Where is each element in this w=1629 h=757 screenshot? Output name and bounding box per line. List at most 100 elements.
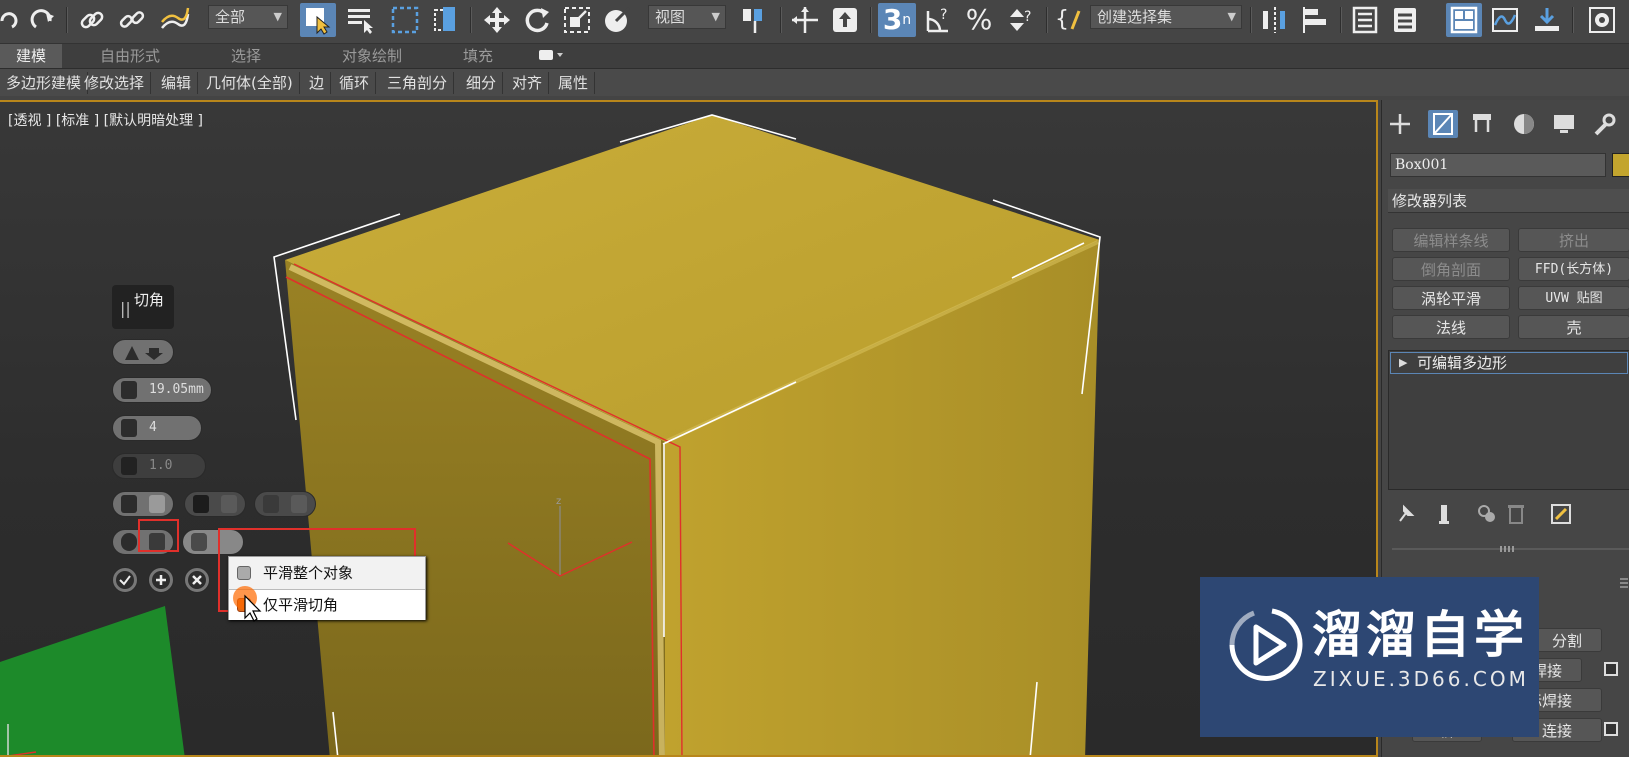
unlink-icon[interactable] bbox=[116, 3, 148, 37]
main-toolbar: 全部 ▼ 视图 ▼ 3 n ? % ? {创建选择集 ▼ bbox=[0, 0, 1629, 44]
subtab-loops[interactable]: 循环 bbox=[333, 72, 377, 94]
keyboard-shortcut-override-icon[interactable] bbox=[828, 3, 862, 37]
remove-modifier-icon[interactable] bbox=[1506, 503, 1526, 525]
link-icon[interactable] bbox=[76, 3, 108, 37]
schematic-view-icon[interactable] bbox=[1530, 3, 1564, 37]
pin-stack-icon[interactable] bbox=[1396, 503, 1416, 525]
modifier-button-extrude[interactable]: 挤出 bbox=[1518, 228, 1629, 252]
amount-icon bbox=[121, 381, 137, 399]
display-tab-icon[interactable] bbox=[1552, 112, 1576, 136]
caddy-title: 切角 bbox=[134, 291, 165, 309]
edit-named-selection-icon[interactable]: { bbox=[1052, 3, 1086, 37]
caddy-apply-button[interactable] bbox=[148, 567, 174, 593]
chamfer-type-pill[interactable] bbox=[112, 339, 174, 365]
modifier-list-dropdown[interactable]: 修改器列表 bbox=[1388, 189, 1629, 213]
modifier-button-normal[interactable]: 法线 bbox=[1392, 315, 1510, 339]
pivot-center-icon[interactable] bbox=[738, 3, 772, 37]
expand-triangle-icon: ▶ bbox=[1399, 356, 1408, 369]
scene-explorer-icon[interactable] bbox=[1348, 3, 1382, 37]
tab-freeform[interactable]: 自由形式 bbox=[88, 44, 172, 68]
align-icon[interactable] bbox=[1298, 3, 1332, 37]
subtab-edges[interactable]: 边 bbox=[303, 72, 332, 94]
chamfer-segments-value: 4 bbox=[149, 420, 157, 435]
rectangular-selection-icon[interactable] bbox=[388, 3, 422, 37]
caddy-title-box[interactable]: || 切角 bbox=[112, 285, 174, 329]
caddy-ok-button[interactable] bbox=[112, 567, 138, 593]
perspective-viewport[interactable]: [透视 ] [标准 ] [默认明暗处理 ] z || 切角 19.05mm 4 … bbox=[0, 100, 1378, 757]
angle-snap-icon[interactable]: ? bbox=[922, 3, 956, 37]
open-chamfer-brush-icon bbox=[291, 495, 307, 513]
chamfer-tension-field[interactable]: 1.0 bbox=[112, 453, 206, 479]
redo-icon[interactable] bbox=[26, 3, 60, 37]
modifier-button-bevel-profile[interactable]: 倒角剖面 bbox=[1392, 257, 1510, 281]
subtab-properties[interactable]: 属性 bbox=[552, 72, 596, 94]
material-editor-icon[interactable] bbox=[1584, 3, 1620, 37]
popup-item-smooth-entire-object[interactable]: 平滑整个对象 bbox=[229, 558, 425, 589]
tab-modeling[interactable]: 建模 bbox=[0, 44, 62, 68]
weld-settings-icon[interactable] bbox=[1604, 662, 1618, 676]
make-unique-icon[interactable] bbox=[1476, 503, 1498, 525]
tab-selection[interactable]: 选择 bbox=[218, 44, 274, 68]
configure-modifier-sets-icon[interactable] bbox=[1550, 503, 1572, 525]
modifier-button-ffd-box[interactable]: FFD(长方体) bbox=[1518, 257, 1629, 281]
subtab-tris[interactable]: 三角剖分 bbox=[381, 72, 455, 94]
spinner-snap-icon[interactable]: ? bbox=[1004, 3, 1038, 37]
subtab-align[interactable]: 对齐 bbox=[506, 72, 550, 94]
hierarchy-tab-icon[interactable] bbox=[1470, 112, 1494, 136]
subtab-poly-modeling[interactable]: 多边形建模 bbox=[0, 72, 89, 94]
snap-number: 3 bbox=[882, 3, 903, 36]
subtab-modify-selection[interactable]: 修改选择 bbox=[78, 72, 152, 94]
modifier-button-edit-spline[interactable]: 编辑样条线 bbox=[1392, 228, 1510, 252]
object-name-field[interactable]: Box001 bbox=[1390, 153, 1606, 177]
chamfer-amount-field[interactable]: 19.05mm bbox=[112, 377, 212, 403]
percent-snap-icon[interactable]: % bbox=[962, 3, 996, 37]
utilities-tab-icon[interactable] bbox=[1592, 112, 1616, 136]
chamfer-segments-field[interactable]: 4 bbox=[112, 415, 202, 441]
cancel-x-icon bbox=[188, 571, 206, 589]
open-chamfer-toggle[interactable] bbox=[254, 491, 316, 517]
ribbon-options-dropdown[interactable] bbox=[530, 44, 570, 68]
layer-explorer-icon[interactable] bbox=[1388, 3, 1422, 37]
curve-editor-icon[interactable] bbox=[1488, 3, 1522, 37]
popup-item-label: 平滑整个对象 bbox=[263, 564, 354, 582]
object-color-swatch[interactable] bbox=[1612, 153, 1629, 177]
snaps-toggle-icon[interactable]: 3n bbox=[878, 3, 916, 37]
radial-bias-toggle[interactable] bbox=[184, 491, 246, 517]
toggle-ribbon-icon[interactable] bbox=[1446, 3, 1482, 37]
subtab-edit[interactable]: 编辑 bbox=[155, 72, 199, 94]
move-icon[interactable] bbox=[480, 3, 514, 37]
mirror-icon[interactable] bbox=[1258, 3, 1292, 37]
reference-coord-dropdown[interactable]: 视图 ▼ bbox=[648, 5, 726, 29]
tab-populate[interactable]: 填充 bbox=[450, 44, 506, 68]
subtab-subdivision[interactable]: 细分 bbox=[460, 72, 504, 94]
modifier-button-shell[interactable]: 壳 bbox=[1518, 315, 1629, 339]
end-bias-toggle[interactable] bbox=[112, 491, 174, 517]
create-tab-icon[interactable] bbox=[1388, 112, 1412, 136]
named-selection-dropdown[interactable]: 创建选择集 ▼ bbox=[1090, 5, 1242, 29]
window-crossing-icon[interactable] bbox=[430, 3, 464, 37]
scale-icon[interactable] bbox=[560, 3, 594, 37]
radial-bias-off-icon bbox=[221, 495, 237, 513]
select-object-icon[interactable] bbox=[300, 3, 336, 37]
bind-space-warp-icon[interactable] bbox=[156, 3, 192, 37]
stack-item-editable-poly[interactable]: ▶ 可编辑多边形 bbox=[1390, 352, 1628, 374]
modify-tab-icon[interactable] bbox=[1428, 110, 1458, 138]
show-end-result-icon[interactable] bbox=[1434, 503, 1454, 525]
caddy-cancel-button[interactable] bbox=[184, 567, 210, 593]
modifier-button-uvw-map[interactable]: UVW 贴图 bbox=[1518, 286, 1629, 310]
connect-settings-icon[interactable] bbox=[1604, 722, 1618, 736]
place-icon[interactable] bbox=[600, 3, 634, 37]
select-by-name-icon[interactable] bbox=[344, 3, 378, 37]
rotate-icon[interactable] bbox=[520, 3, 554, 37]
motion-tab-icon[interactable] bbox=[1512, 112, 1536, 136]
segments-icon bbox=[121, 419, 137, 437]
undo-icon[interactable] bbox=[0, 3, 20, 37]
split-button[interactable]: 分割 bbox=[1532, 628, 1602, 652]
subtab-geometry-all[interactable]: 几何体(全部) bbox=[200, 72, 300, 94]
modifier-button-turbosmooth[interactable]: 涡轮平滑 bbox=[1392, 286, 1510, 310]
select-manipulate-icon[interactable] bbox=[788, 3, 822, 37]
watermark-logo-icon bbox=[1229, 608, 1303, 681]
selection-filter-dropdown[interactable]: 全部 ▼ bbox=[208, 5, 288, 29]
tab-object-paint[interactable]: 对象绘制 bbox=[322, 44, 422, 68]
cube-icon bbox=[237, 566, 251, 580]
